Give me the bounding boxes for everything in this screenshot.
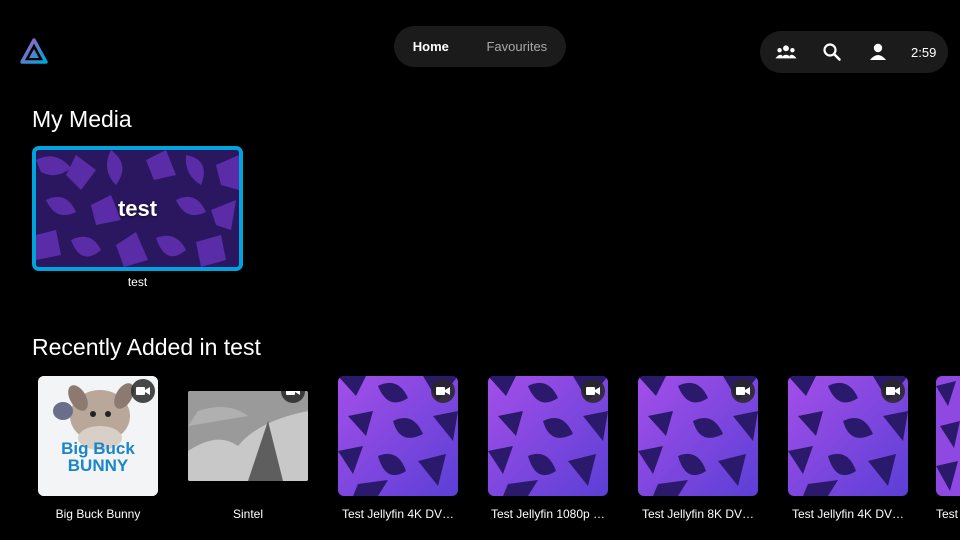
media-item-test-jellyfin-4k-dv-2[interactable] (788, 376, 908, 496)
media-item-test-jellyfin-4k-dv[interactable] (338, 376, 458, 496)
video-camera-icon (736, 387, 750, 395)
search-icon[interactable] (821, 42, 843, 62)
video-camera-icon (586, 387, 600, 395)
media-item-test-jellyfin-8k-dv[interactable] (638, 376, 758, 496)
media-caption: Test Jellyfin 8K DV… (641, 507, 755, 521)
video-camera-icon (886, 387, 900, 395)
video-badge (581, 379, 605, 403)
header-toolbar: 2:59 (760, 31, 948, 73)
tab-favourites[interactable]: Favourites (478, 35, 555, 58)
section-title-recently-added: Recently Added in test (32, 334, 261, 360)
section-title-my-media: My Media (32, 106, 132, 132)
clock: 2:59 (911, 45, 937, 60)
video-camera-icon (136, 387, 150, 395)
thumbnail-image (188, 391, 308, 481)
media-caption: Test Jellyfin 4K DV… (791, 507, 905, 521)
media-caption: Test Jellyfin 1080p … (490, 507, 606, 521)
media-item-big-buck-bunny[interactable]: Big Buck BUNNY (38, 376, 158, 496)
media-caption: Big Buck Bunny (55, 507, 141, 521)
poster-title-text: Big Buck BUNNY (61, 439, 135, 475)
media-item-test-jellyfin-1080p[interactable] (488, 376, 608, 496)
video-badge (731, 379, 755, 403)
video-camera-icon (436, 387, 450, 395)
users-icon[interactable] (775, 42, 797, 62)
main-nav: Home Favourites (394, 26, 566, 67)
video-camera-icon (286, 391, 300, 395)
jellyfin-logo-icon[interactable] (20, 38, 48, 66)
video-badge (881, 379, 905, 403)
library-card-test[interactable]: test (32, 146, 243, 271)
video-badge (431, 379, 455, 403)
media-item-partial[interactable] (936, 376, 960, 496)
media-caption: Test (936, 507, 959, 521)
video-badge (131, 379, 155, 403)
library-caption: test (127, 275, 148, 289)
media-item-sintel[interactable] (188, 391, 308, 481)
media-caption: Test Jellyfin 4K DV… (341, 507, 455, 521)
user-icon[interactable] (867, 42, 889, 62)
tab-home[interactable]: Home (405, 35, 457, 58)
library-card-label: test (117, 195, 158, 221)
media-caption: Sintel (232, 507, 264, 521)
thumbnail-pattern (936, 376, 960, 496)
